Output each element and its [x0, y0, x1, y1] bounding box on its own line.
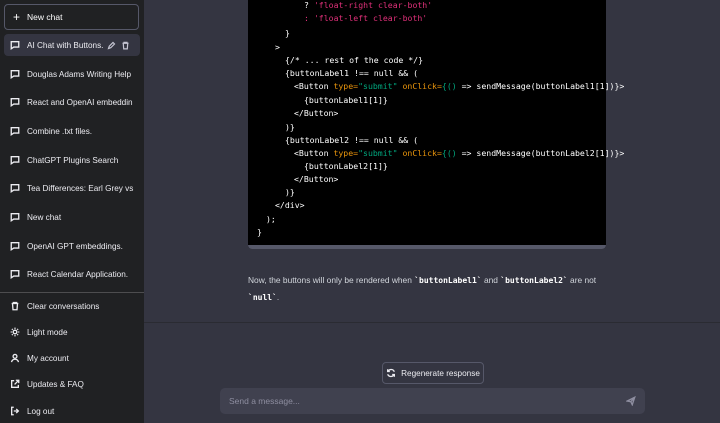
- chat-bubble-icon: [10, 212, 20, 222]
- code-block: ? 'float-right clear-both' : 'float-left…: [248, 0, 624, 249]
- chat-item-ai-chat-with-buttons[interactable]: AI Chat with Buttons.: [4, 34, 140, 56]
- regenerate-response-button[interactable]: Regenerate response: [382, 362, 484, 384]
- code-line: {buttonLabel2[1]}: [304, 161, 388, 171]
- code-line: </Button>: [294, 174, 339, 184]
- clear-conversations-label: Clear conversations: [27, 301, 100, 311]
- chat-item-label: React and OpenAI embeddin: [27, 97, 133, 107]
- inline-code: `buttonLabel2`: [500, 276, 568, 285]
- code-line: {/* ... rest of the code */}: [285, 55, 424, 65]
- chat-main: ? 'float-right clear-both' : 'float-left…: [144, 0, 720, 423]
- code-line: {buttonLabel1 !== null && (: [285, 68, 419, 78]
- user-icon: [10, 353, 20, 363]
- code-line: <Button type="submit" onClick={() => sen…: [294, 148, 625, 158]
- chat-item-label: Tea Differences: Earl Grey vs: [27, 183, 134, 193]
- code-line: >: [275, 42, 280, 52]
- chat-bubble-icon: [10, 155, 20, 165]
- code-line: </div>: [275, 200, 305, 210]
- chat-item-combine-txt[interactable]: Combine .txt files.: [4, 120, 140, 142]
- chat-item-chatgpt-plugins[interactable]: ChatGPT Plugins Search: [4, 149, 140, 171]
- chat-bubble-icon: [10, 40, 20, 50]
- chat-item-label: New chat: [27, 212, 62, 222]
- log-out-button[interactable]: Log out: [4, 400, 140, 422]
- log-out-label: Log out: [27, 406, 55, 416]
- refresh-icon: [386, 368, 396, 378]
- new-chat-button[interactable]: + New chat: [4, 4, 139, 30]
- code-line: : 'float-left clear-both': [304, 13, 428, 23]
- code-line: </Button>: [294, 108, 339, 118]
- code-line: ? 'float-right clear-both': [304, 0, 433, 10]
- sidebar-divider: [0, 292, 144, 293]
- chat-item-openai-gpt-embeddings[interactable]: OpenAI GPT embeddings.: [4, 235, 140, 257]
- trash-icon[interactable]: [121, 41, 130, 50]
- regenerate-label: Regenerate response: [401, 368, 480, 378]
- edit-icon[interactable]: [107, 41, 116, 50]
- my-account-button[interactable]: My account: [4, 347, 140, 369]
- code-line: }: [285, 28, 290, 38]
- logout-icon: [10, 406, 20, 416]
- chat-item-douglas-adams[interactable]: Douglas Adams Writing Help: [4, 63, 140, 85]
- code-line: )}: [285, 122, 295, 132]
- chat-item-label: React Calendar Application.: [27, 269, 129, 279]
- inline-code: `null`: [248, 293, 277, 302]
- code-line: <Button type="submit" onClick={() => sen…: [294, 81, 625, 91]
- code-line: );: [266, 214, 276, 224]
- sidebar: + New chat AI Chat with Buttons. Douglas…: [0, 0, 144, 423]
- external-link-icon: [10, 379, 20, 389]
- chat-item-react-openai-embedding[interactable]: React and OpenAI embeddin: [4, 91, 140, 113]
- inline-code: `buttonLabel1`: [414, 276, 482, 285]
- chat-bubble-icon: [10, 126, 20, 136]
- new-chat-label: New chat: [27, 12, 63, 22]
- my-account-label: My account: [27, 353, 69, 363]
- updates-faq-button[interactable]: Updates & FAQ: [4, 373, 140, 395]
- assistant-message-text: Now, the buttons will only be rendered w…: [248, 275, 597, 302]
- send-icon[interactable]: [626, 396, 636, 406]
- chat-item-label: OpenAI GPT embeddings.: [27, 241, 123, 251]
- message-input[interactable]: [220, 388, 645, 414]
- code-line: {buttonLabel1[1]}: [304, 95, 388, 105]
- chat-bubble-icon: [10, 269, 20, 279]
- chat-bubble-icon: [10, 183, 20, 193]
- clear-conversations-button[interactable]: Clear conversations: [4, 295, 140, 317]
- light-mode-button[interactable]: Light mode: [4, 321, 140, 343]
- plus-icon: +: [13, 10, 21, 24]
- chat-item-label: ChatGPT Plugins Search: [27, 155, 119, 165]
- chat-bubble-icon: [10, 241, 20, 251]
- code-line: }: [257, 227, 262, 237]
- light-mode-label: Light mode: [27, 327, 68, 337]
- chat-bubble-icon: [10, 69, 20, 79]
- chat-item-new-chat[interactable]: New chat: [4, 206, 140, 228]
- chat-bubble-icon: [10, 97, 20, 107]
- trash-icon: [10, 301, 20, 311]
- chat-item-label: Combine .txt files.: [27, 126, 93, 136]
- code-line: )}: [285, 187, 295, 197]
- code-horizontal-scrollbar[interactable]: [248, 245, 606, 249]
- updates-faq-label: Updates & FAQ: [27, 379, 84, 389]
- code-line: {buttonLabel2 !== null && (: [285, 135, 419, 145]
- sun-icon: [10, 327, 20, 337]
- chat-item-tea-differences[interactable]: Tea Differences: Earl Grey vs: [4, 177, 140, 199]
- chat-item-label: Douglas Adams Writing Help: [27, 69, 132, 79]
- chat-item-label: AI Chat with Buttons.: [27, 40, 103, 50]
- chat-item-react-calendar[interactable]: React Calendar Application.: [4, 263, 140, 285]
